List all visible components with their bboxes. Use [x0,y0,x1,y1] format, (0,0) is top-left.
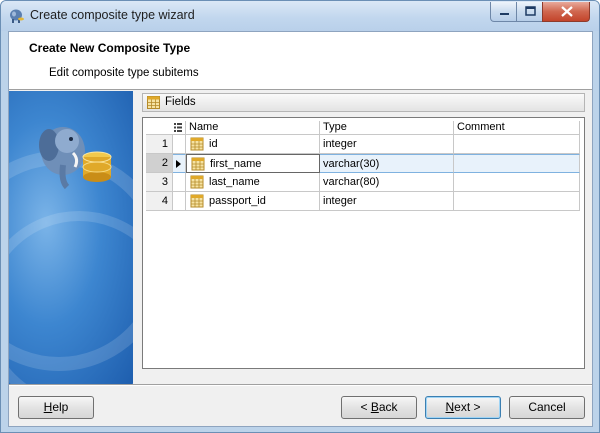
field-name: last_name [209,176,260,188]
row-indicator [173,192,186,211]
field-comment-cell[interactable] [454,192,580,211]
fields-panel-header: Fields [142,93,585,112]
app-icon [10,9,24,23]
field-icon [190,175,204,189]
maximize-button[interactable] [516,2,543,22]
row-indicator [173,154,186,173]
row-indicator [173,173,186,192]
table-row[interactable]: 3 last_name varchar(80) [146,173,581,192]
grid-header-indicator [146,121,186,135]
field-type-cell[interactable]: varchar(30) [320,154,454,173]
back-button[interactable]: < Back [341,396,417,419]
title-bar[interactable]: Create composite type wizard [1,1,599,31]
minimize-button[interactable] [490,2,517,22]
wizard-side-image [9,91,133,384]
current-row-arrow-icon [176,160,181,168]
field-type-cell[interactable]: varchar(80) [320,173,454,192]
back-button-post: ack [378,400,398,414]
field-name-cell[interactable]: passport_id [186,192,320,211]
field-icon [190,137,204,151]
help-button[interactable]: Help [18,396,94,419]
field-type-cell[interactable]: integer [320,135,454,154]
help-button-post: elp [52,400,69,414]
row-number: 3 [146,173,173,192]
wizard-window: Create composite type wizard Create New … [0,0,600,433]
field-name: id [209,138,218,150]
row-number: 1 [146,135,173,154]
next-button-key: N [445,400,455,414]
field-type-cell[interactable]: integer [320,192,454,211]
cancel-button-post: Cancel [528,400,566,414]
elephant-db-icon [39,127,112,190]
field-name-cell[interactable]: id [186,135,320,154]
back-button-pre: < [360,400,371,414]
field-comment-cell[interactable] [454,173,580,192]
fields-label: Fields [165,96,196,108]
page-title: Create New Composite Type [29,41,191,55]
page-subtitle: Edit composite type subitems [49,67,199,79]
back-button-key: B [370,400,379,414]
field-name: passport_id [209,195,266,207]
minimize-icon [500,13,509,15]
field-comment-cell[interactable] [454,135,580,154]
table-icon [147,96,160,109]
wizard-header: Create New Composite Type Edit composite… [9,32,592,90]
field-name: first_name [210,158,262,170]
maximize-icon [525,6,536,16]
next-button[interactable]: Next > [425,396,501,419]
column-header-type[interactable]: Type [320,121,454,135]
column-header-comment[interactable]: Comment [454,121,580,135]
column-header-name[interactable]: Name [186,121,320,135]
next-button-post: ext > [454,400,481,414]
field-comment-cell[interactable] [454,154,580,173]
row-indicator [173,135,186,154]
table-row[interactable]: 4 passport_id integer [146,192,581,211]
row-number: 4 [146,192,173,211]
close-icon [561,6,573,17]
footer-separator [9,384,592,386]
close-button[interactable] [542,2,590,22]
column-settings-icon[interactable] [174,123,182,132]
table-row-selected[interactable]: 2 first_name varchar(30) [146,154,581,173]
field-name-cell[interactable]: first_name [186,154,320,173]
window-title: Create composite type wizard [30,8,195,22]
wizard-body: Create New Composite Type Edit composite… [8,31,593,427]
fields-grid[interactable]: Name Type Comment 1 id integer 2 first_n… [142,117,585,369]
field-icon [190,194,204,208]
field-name-cell[interactable]: last_name [186,173,320,192]
field-icon [191,157,205,171]
cancel-button[interactable]: Cancel [509,396,585,419]
fields-grid-body: Name Type Comment 1 id integer 2 first_n… [146,121,581,365]
row-number: 2 [146,154,173,173]
table-row[interactable]: 1 id integer [146,135,581,154]
